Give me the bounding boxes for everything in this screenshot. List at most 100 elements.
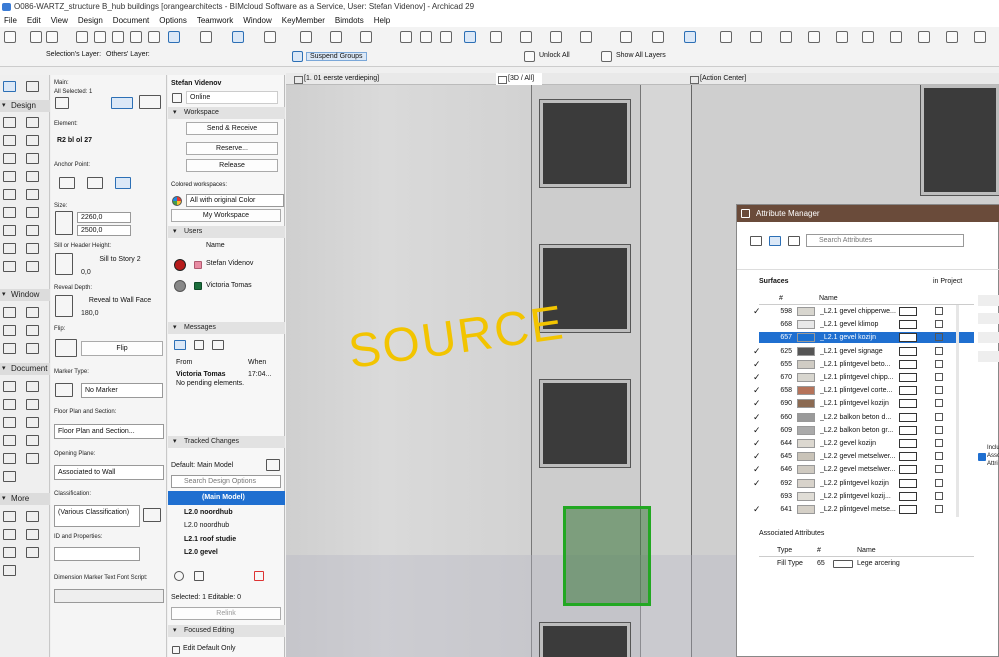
surface-row[interactable]: ✓ 657 _L2.1 gevel kozijn <box>753 332 974 344</box>
surface-row[interactable]: ✓ 690 _L2.1 plintgevel kozijn <box>753 398 974 409</box>
menu-edit[interactable]: Edit <box>27 14 41 27</box>
element-value[interactable]: R2 bl ol 27 <box>54 134 164 149</box>
slab-icon[interactable] <box>26 117 39 128</box>
attribute-view-3-icon[interactable] <box>788 236 800 246</box>
reserve-icon[interactable] <box>490 31 502 43</box>
elevation-icon[interactable] <box>440 31 452 43</box>
shell-icon[interactable] <box>26 135 39 146</box>
reveal-value[interactable]: 180,0 <box>81 310 99 317</box>
release-button[interactable]: Release <box>186 159 278 172</box>
snap-icon[interactable] <box>264 31 276 43</box>
toolbox-design-section[interactable]: Design <box>0 100 50 112</box>
guide-line-icon[interactable] <box>232 31 244 43</box>
row-checkbox[interactable]: ✓ <box>753 398 761 409</box>
opening-icon[interactable] <box>26 261 39 272</box>
sill-value[interactable]: 0,0 <box>81 269 91 276</box>
toolbox-document-section[interactable]: Document <box>0 363 50 375</box>
show-all-layers-button[interactable]: Show All Layers <box>616 52 666 59</box>
unlock-icon[interactable] <box>524 51 535 62</box>
design-option-2[interactable]: L2.0 noordhub <box>184 522 229 529</box>
toolbox-more-section[interactable]: More <box>0 493 50 505</box>
copy-icon[interactable] <box>94 31 106 43</box>
right-field-3[interactable] <box>978 332 999 343</box>
pencil-icon[interactable] <box>130 31 142 43</box>
measure-icon[interactable] <box>200 31 212 43</box>
window-view-icon[interactable] <box>139 95 161 109</box>
more-tool-2-icon[interactable] <box>26 511 39 522</box>
render-icon[interactable] <box>400 31 412 43</box>
assoc-row[interactable]: Fill Type 65 Lege arcering <box>759 558 974 570</box>
magic-wand-icon[interactable] <box>684 31 696 43</box>
marker-type-select[interactable]: No Marker <box>81 383 163 398</box>
grid-icon[interactable] <box>3 343 16 354</box>
layer-icon[interactable] <box>300 31 312 43</box>
surface-row[interactable]: ✓ 645 _L2.2 gevel metselwer... <box>753 451 974 462</box>
more-tool-7-icon[interactable] <box>3 565 16 576</box>
toolbox-window-section[interactable]: Window <box>0 289 50 301</box>
unlock-all-button[interactable]: Unlock All <box>539 52 570 59</box>
spline-icon[interactable] <box>3 435 16 446</box>
add-option-icon[interactable] <box>174 571 184 581</box>
classification-icon[interactable] <box>143 508 161 522</box>
users-header[interactable]: Users <box>168 226 285 238</box>
marquee-icon[interactable] <box>26 81 39 92</box>
tab-action-center[interactable]: [Action Center] <box>688 73 746 85</box>
right-field-2[interactable] <box>978 313 999 324</box>
menu-window[interactable]: Window <box>243 14 271 27</box>
edit-default-checkbox[interactable] <box>172 646 180 654</box>
menu-options[interactable]: Options <box>159 14 187 27</box>
status-select[interactable]: Online <box>186 91 278 104</box>
surface-row[interactable]: ✓ 598 _L2.1 gevel chipperwe... <box>753 306 974 317</box>
morph-icon[interactable] <box>3 225 16 236</box>
surface-row[interactable]: ✓ 609 _L2.2 balkon beton gr... <box>753 425 974 436</box>
zoom-icon[interactable] <box>720 31 732 43</box>
distribute-icon[interactable] <box>652 31 664 43</box>
label-tool-icon[interactable] <box>26 381 39 392</box>
attribute-view-1-icon[interactable] <box>750 236 762 246</box>
more-tool-4-icon[interactable] <box>26 529 39 540</box>
object-icon[interactable] <box>918 31 930 43</box>
skylight-icon[interactable] <box>26 171 39 182</box>
sill-reference[interactable]: Sill to Story 2 <box>77 253 163 267</box>
id-input[interactable] <box>54 547 140 561</box>
menu-file[interactable]: File <box>4 14 17 27</box>
workspace-header[interactable]: Workspace <box>168 107 285 119</box>
open-icon[interactable] <box>4 31 16 43</box>
design-option-1[interactable]: L2.0 noordhub <box>184 509 233 516</box>
tracked-changes-header[interactable]: Tracked Changes <box>168 436 285 448</box>
surface-row[interactable]: 668 _L2.1 gevel klimop <box>759 319 974 330</box>
messages-header[interactable]: Messages <box>168 322 285 334</box>
tab-3d[interactable]: [3D / All] <box>496 73 543 85</box>
colored-workspaces-select[interactable]: All with original Color <box>186 194 284 207</box>
zone-tool-icon[interactable] <box>3 243 16 254</box>
object-tool-icon[interactable] <box>26 225 39 236</box>
drawing-icon[interactable] <box>26 453 39 464</box>
row-checkbox[interactable]: ✓ <box>753 359 761 370</box>
surface-row[interactable]: ✓ 655 _L2.1 plintgevel beto... <box>753 359 974 370</box>
view-3d-icon[interactable] <box>360 31 372 43</box>
wall-icon[interactable] <box>3 117 16 128</box>
design-options-icon[interactable] <box>266 459 280 471</box>
row-checkbox[interactable]: ✓ <box>753 425 761 436</box>
column-icon[interactable] <box>26 153 39 164</box>
window-icon[interactable] <box>26 189 39 200</box>
design-option-4[interactable]: L2.0 gevel <box>184 549 218 556</box>
teamwork-icon[interactable] <box>464 31 476 43</box>
beam-icon[interactable] <box>3 153 16 164</box>
lamp-tool-icon[interactable] <box>3 261 16 272</box>
arrow-tool-icon[interactable] <box>168 31 180 43</box>
suspend-groups-icon[interactable] <box>292 51 303 62</box>
more-tool-3-icon[interactable] <box>3 529 16 540</box>
select-settings-icon[interactable] <box>55 97 69 109</box>
surface-row[interactable]: ✓ 646 _L2.2 gevel metselwer... <box>753 464 974 475</box>
user-victoria[interactable]: Victoria Tomas <box>206 282 252 289</box>
line-icon[interactable] <box>26 399 39 410</box>
request-icon[interactable] <box>194 340 204 350</box>
reserve-button[interactable]: Reserve... <box>186 142 278 155</box>
my-workspace-button[interactable]: My Workspace <box>171 209 281 222</box>
more-tool-5-icon[interactable] <box>3 547 16 558</box>
surface-row[interactable]: ✓ 692 _L2.2 plintgevel kozijn <box>753 478 974 489</box>
relink-button[interactable]: Relink <box>171 607 281 620</box>
ungroup-icon[interactable] <box>580 31 592 43</box>
focused-editing-header[interactable]: Focused Editing <box>168 625 285 637</box>
